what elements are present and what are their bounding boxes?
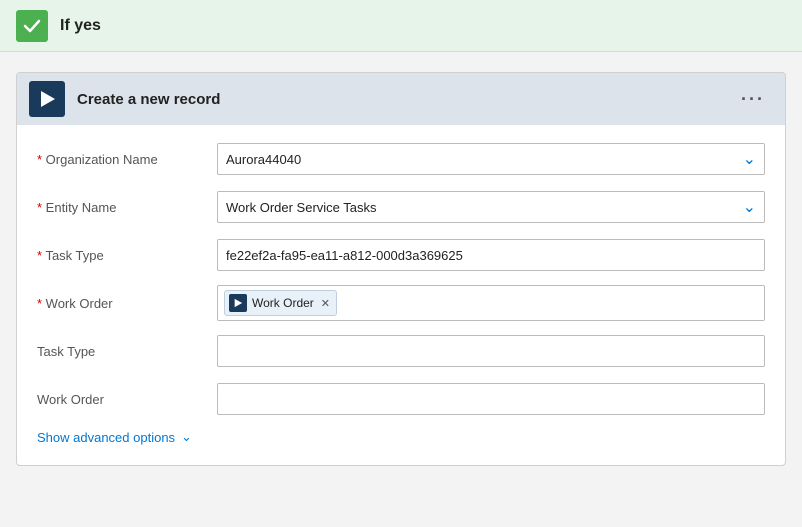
org-name-dropdown[interactable]: Aurora44040 ⌄ xyxy=(217,143,765,175)
card-header: Create a new record ··· xyxy=(17,73,785,125)
work-order-optional-label: Work Order xyxy=(37,392,217,407)
work-order-tag-field[interactable]: Work Order ✕ xyxy=(217,285,765,321)
play-icon-header xyxy=(37,89,57,109)
work-order-required-field[interactable]: Work Order ✕ xyxy=(217,285,765,321)
checkmark-icon xyxy=(23,17,41,35)
work-order-required-label: Work Order xyxy=(37,296,217,311)
task-type-required-field[interactable]: fe22ef2a-fa95-ea11-a812-000d3a369625 xyxy=(217,239,765,271)
entity-name-label: Entity Name xyxy=(37,200,217,215)
card-menu-button[interactable]: ··· xyxy=(733,85,773,114)
work-order-tag-close-icon[interactable]: ✕ xyxy=(321,297,330,310)
entity-name-row: Entity Name Work Order Service Tasks ⌄ xyxy=(37,189,765,225)
org-name-label: Organization Name xyxy=(37,152,217,167)
org-name-field[interactable]: Aurora44040 ⌄ xyxy=(217,143,765,175)
advanced-options-toggle[interactable]: Show advanced options ⌄ xyxy=(37,429,765,445)
card-body: Organization Name Aurora44040 ⌄ Entity N… xyxy=(17,125,785,465)
org-name-value: Aurora44040 xyxy=(226,152,743,167)
task-type-optional-input[interactable] xyxy=(217,335,765,367)
main-container: Create a new record ··· Organization Nam… xyxy=(0,52,802,486)
work-order-optional-input[interactable] xyxy=(217,383,765,415)
work-order-tag-icon xyxy=(229,294,247,312)
task-type-optional-field[interactable] xyxy=(217,335,765,367)
task-type-required-row: Task Type fe22ef2a-fa95-ea11-a812-000d3a… xyxy=(37,237,765,273)
if-yes-bar: If yes xyxy=(0,0,802,52)
advanced-options-label[interactable]: Show advanced options xyxy=(37,430,175,445)
work-order-required-row: Work Order Work Order ✕ xyxy=(37,285,765,321)
work-order-tag: Work Order ✕ xyxy=(224,290,337,316)
work-order-optional-field[interactable] xyxy=(217,383,765,415)
task-type-required-label: Task Type xyxy=(37,248,217,263)
org-name-chevron-icon: ⌄ xyxy=(743,149,756,169)
card-header-icon xyxy=(29,81,65,117)
entity-name-dropdown[interactable]: Work Order Service Tasks ⌄ xyxy=(217,191,765,223)
task-type-optional-label: Task Type xyxy=(37,344,217,359)
org-name-row: Organization Name Aurora44040 ⌄ xyxy=(37,141,765,177)
task-type-optional-row: Task Type xyxy=(37,333,765,369)
task-type-input[interactable]: fe22ef2a-fa95-ea11-a812-000d3a369625 xyxy=(217,239,765,271)
advanced-options-chevron-icon: ⌄ xyxy=(181,429,192,445)
play-icon-tag xyxy=(233,298,243,308)
work-order-optional-row: Work Order xyxy=(37,381,765,417)
work-order-tag-text: Work Order xyxy=(252,296,314,310)
entity-name-value: Work Order Service Tasks xyxy=(226,200,743,215)
if-yes-check-icon xyxy=(16,10,48,42)
card-title: Create a new record xyxy=(77,91,721,108)
entity-name-chevron-icon: ⌄ xyxy=(743,197,756,217)
card: Create a new record ··· Organization Nam… xyxy=(16,72,786,466)
task-type-value: fe22ef2a-fa95-ea11-a812-000d3a369625 xyxy=(226,248,756,263)
if-yes-label: If yes xyxy=(60,17,101,35)
entity-name-field[interactable]: Work Order Service Tasks ⌄ xyxy=(217,191,765,223)
